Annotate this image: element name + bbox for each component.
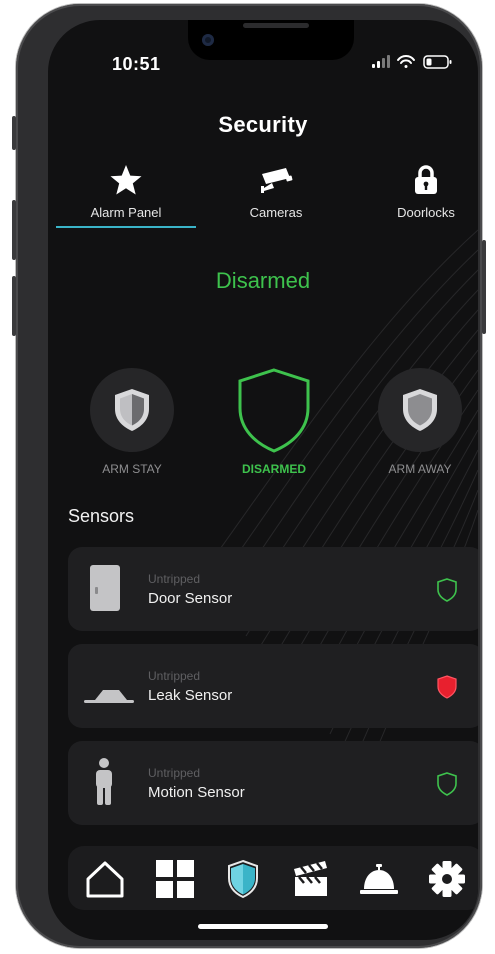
sensor-card-motion[interactable]: Untripped Motion Sensor [68,741,478,825]
phone-frame: 10:51 Security Alarm Panel Cameras Doorl… [12,4,486,948]
page-title: Security [218,112,308,137]
power-button [482,240,486,334]
nav-settings[interactable] [426,858,468,900]
wifi-icon [397,55,415,68]
shield-ok-icon [437,772,457,796]
tab-alarm-panel[interactable]: Alarm Panel [56,164,196,220]
alarm-status: Disarmed [215,268,311,293]
tab-doorlocks[interactable]: Doorlocks [356,164,478,220]
shield-icon [228,859,258,899]
disarmed-label: DISARMED [241,462,306,476]
tab-cameras[interactable]: Cameras [206,164,346,220]
sensor-state: Untripped [148,766,201,780]
shield-full-icon [403,389,437,431]
camera-icon [261,168,293,193]
tab-label: Alarm Panel [90,205,162,220]
arm-stay-label: ARM STAY [102,462,162,476]
arm-stay-button[interactable] [90,368,174,452]
sensor-card-leak[interactable]: Untripped Leak Sensor [68,644,478,728]
sensors-heading: Sensors [68,506,135,526]
nav-concierge[interactable] [358,858,400,900]
bottom-nav-bar [68,846,478,910]
nav-security[interactable] [222,858,264,900]
home-indicator[interactable] [198,924,328,929]
shield-ok-icon [437,578,457,602]
sensor-name: Leak Sensor [148,687,233,704]
speaker [243,23,309,28]
sensor-card-door[interactable]: Untripped Door Sensor [68,547,478,631]
notch [188,20,354,60]
sensor-name: Motion Sensor [148,784,245,801]
arm-away-label: ARM AWAY [388,462,452,476]
front-camera [202,34,214,46]
nav-home[interactable] [84,858,126,900]
battery-icon [423,55,452,69]
status-icons [372,54,458,70]
leak-icon [84,690,134,703]
sensor-name: Door Sensor [148,590,233,607]
active-tab-indicator [56,226,196,228]
shield-alert-icon [437,675,457,699]
action-button [12,116,16,150]
clapperboard-icon [294,861,327,896]
tab-label: Doorlocks [397,205,455,220]
door-icon [90,565,120,611]
signal-icon [372,55,390,68]
status-time: 10:51 [112,54,161,74]
sensor-state: Untripped [148,669,201,683]
arm-away-button[interactable] [378,368,462,452]
star-icon [110,165,142,195]
lock-icon [415,165,437,194]
nav-media[interactable] [290,858,332,900]
person-icon [96,758,112,805]
nav-grid[interactable] [154,858,196,900]
disarmed-button[interactable] [234,366,314,456]
home-icon [86,861,124,898]
shield-half-icon [115,389,149,431]
sensor-state: Untripped [148,572,201,586]
grid-icon [156,860,194,898]
shield-outline-icon [238,368,310,453]
volume-down-button [12,276,16,336]
gear-icon [429,861,465,897]
app-screen: 10:51 Security Alarm Panel Cameras Doorl… [48,20,478,940]
service-bell-icon [360,864,398,894]
tab-label: Cameras [249,205,303,220]
volume-up-button [12,200,16,260]
